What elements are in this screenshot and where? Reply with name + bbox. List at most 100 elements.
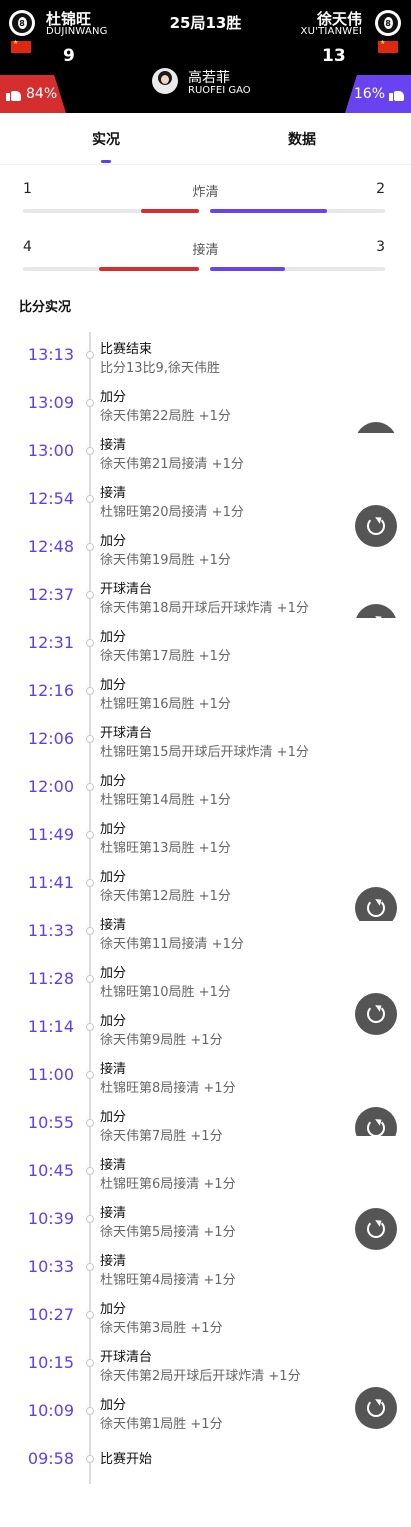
tab-stats[interactable]: 数据 xyxy=(288,129,316,149)
timeline-dot xyxy=(86,399,94,407)
event-title: 加分 xyxy=(100,966,127,981)
left-player-score: 9 xyxy=(63,46,75,66)
event-title: 加分 xyxy=(100,630,127,645)
timeline-dot xyxy=(86,495,94,503)
timeline-dot xyxy=(86,591,94,599)
stat-row: 1 炸清 2 xyxy=(0,181,411,221)
timeline-event: 12:54 接清杜锦旺第20局接清 +1分 xyxy=(0,476,411,524)
tab-bar: 实况 数据 xyxy=(0,113,411,165)
event-time: 10:55 xyxy=(27,1113,74,1132)
event-detail: 杜锦旺第6局接清 +1分 xyxy=(100,1177,236,1192)
replay-icon xyxy=(355,887,397,921)
replay-button[interactable] xyxy=(355,1107,397,1136)
event-detail: 徐天伟第22局胜 +1分 xyxy=(100,409,231,424)
timeline-event: 13:09 加分 徐天伟第22局胜 +1分 xyxy=(0,380,411,428)
timeline-event: 10:39 接清 徐天伟第5局接清 +1分 xyxy=(0,1196,411,1244)
right-player-name-en: XU'TIANWEI xyxy=(300,26,362,37)
replay-button[interactable] xyxy=(355,993,397,1035)
event-detail: 徐天伟第2局开球后开球炸清 +1分 xyxy=(100,1369,301,1384)
event-title: 加分 xyxy=(100,870,127,885)
timeline-dot xyxy=(86,831,94,839)
event-title: 加分 xyxy=(100,1110,127,1125)
event-time: 12:54 xyxy=(27,489,74,508)
event-detail: 杜锦旺第8局接清 +1分 xyxy=(100,1081,236,1096)
event-title: 开球清台 xyxy=(100,1350,153,1365)
timeline-event: 11:49 加分 杜锦旺第13局胜 +1分 xyxy=(0,812,411,860)
event-detail: 杜锦旺第4局接清 +1分 xyxy=(100,1273,236,1288)
tab-live[interactable]: 实况 xyxy=(92,129,120,149)
event-time: 12:31 xyxy=(27,633,74,652)
replay-button[interactable] xyxy=(355,1387,397,1429)
vote-right-button[interactable]: 16% xyxy=(345,75,411,113)
event-detail: 杜锦旺第15局开球后开球炸清 +1分 xyxy=(100,745,309,760)
event-time: 12:48 xyxy=(27,537,74,556)
timeline-dot xyxy=(86,447,94,455)
timeline-event: 11:00 接清 杜锦旺第8局接清 +1分 xyxy=(0,1052,411,1100)
timeline-dot xyxy=(86,1215,94,1223)
event-detail: 杜锦旺第14局胜 +1分 xyxy=(100,793,231,808)
event-time: 12:16 xyxy=(27,681,74,700)
stat-right-track xyxy=(210,267,385,271)
event-title: 接清 xyxy=(100,438,127,453)
replay-button[interactable] xyxy=(355,604,397,618)
event-title: 接清 xyxy=(100,486,127,501)
timeline-event: 10:33 接清 杜锦旺第4局接清 +1分 xyxy=(0,1244,411,1292)
vote-left-button[interactable]: 84% xyxy=(0,75,66,113)
timeline-dot xyxy=(86,1407,94,1415)
event-detail: 徐天伟第7局胜 +1分 xyxy=(100,1129,223,1144)
event-title: 加分 xyxy=(100,1014,127,1029)
event-title: 比赛开始 xyxy=(100,1452,153,1467)
event-time: 12:37 xyxy=(27,585,74,604)
match-header: 8 杜锦旺 DUJINWANG 9 25局13胜 8 徐天伟 XU'TIANWE… xyxy=(0,0,411,113)
timeline-event: 11:28 加分 杜锦旺第10局胜 +1分 xyxy=(0,956,411,1004)
event-time: 11:49 xyxy=(27,825,74,844)
timeline-event: 13:13 比赛结束 比分13比9,徐天伟胜 xyxy=(0,332,411,380)
event-title: 接清 xyxy=(100,918,127,933)
timeline-event: 12:06 开球清台 杜锦旺第15局开球后开球炸清 +1分 xyxy=(0,716,411,764)
timeline-event: 11:33 接清 徐天伟第11局接清 +1分 xyxy=(0,908,411,956)
timeline-event: 10:09 加分 徐天伟第1局胜 +1分 xyxy=(0,1388,411,1436)
event-time: 11:28 xyxy=(27,969,74,988)
event-detail: 杜锦旺第20局接清 +1分 xyxy=(100,505,244,520)
timeline-dot xyxy=(86,735,94,743)
event-detail: 徐天伟第21局接清 +1分 xyxy=(100,457,244,472)
timeline-dot xyxy=(86,1167,94,1175)
timeline-dot xyxy=(86,639,94,647)
stat-right-fill xyxy=(210,209,328,213)
replay-button[interactable] xyxy=(355,1208,397,1250)
stat-row: 4 接清 3 xyxy=(0,239,411,279)
event-title: 接清 xyxy=(100,1206,127,1221)
event-detail: 徐天伟第19局胜 +1分 xyxy=(100,553,231,568)
replay-button[interactable] xyxy=(355,887,397,921)
timeline-dot xyxy=(86,1263,94,1271)
stat-right-track xyxy=(210,209,385,213)
stat-label: 接清 xyxy=(192,243,219,258)
right-player-ball-icon: 8 xyxy=(375,10,401,36)
timeline-dot xyxy=(86,1455,94,1463)
event-title: 加分 xyxy=(100,774,127,789)
replay-button[interactable] xyxy=(355,505,397,547)
timeline-event: 11:41 加分 徐天伟第12局胜 +1分 xyxy=(0,860,411,908)
event-title: 加分 xyxy=(100,822,127,837)
timeline-event: 12:31 加分 徐天伟第17局胜 +1分 xyxy=(0,620,411,668)
replay-icon xyxy=(355,604,397,618)
timeline-dot xyxy=(86,879,94,887)
replay-button[interactable] xyxy=(355,422,397,433)
referee-avatar xyxy=(152,68,178,94)
timeline-event: 13:00 接清徐天伟第21局接清 +1分 xyxy=(0,428,411,476)
timeline-dot xyxy=(86,927,94,935)
event-time: 13:00 xyxy=(27,441,74,460)
timeline-event: 10:55 加分徐天伟第7局胜 +1分 xyxy=(0,1100,411,1148)
thumb-up-icon xyxy=(6,87,22,101)
timeline-event: 12:37 开球清台 徐天伟第18局开球后开球炸清 +1分 xyxy=(0,572,411,620)
event-title: 接清 xyxy=(100,1062,127,1077)
event-title: 加分 xyxy=(100,1398,127,1413)
timeline-dot xyxy=(86,351,94,359)
event-title: 加分 xyxy=(100,390,127,405)
timeline-event: 10:27 加分 徐天伟第3局胜 +1分 xyxy=(0,1292,411,1340)
event-time: 10:27 xyxy=(27,1305,74,1324)
event-time: 11:14 xyxy=(27,1017,74,1036)
timeline-dot xyxy=(86,543,94,551)
event-detail: 徐天伟第18局开球后开球炸清 +1分 xyxy=(100,601,309,616)
event-detail: 徐天伟第12局胜 +1分 xyxy=(100,889,231,904)
